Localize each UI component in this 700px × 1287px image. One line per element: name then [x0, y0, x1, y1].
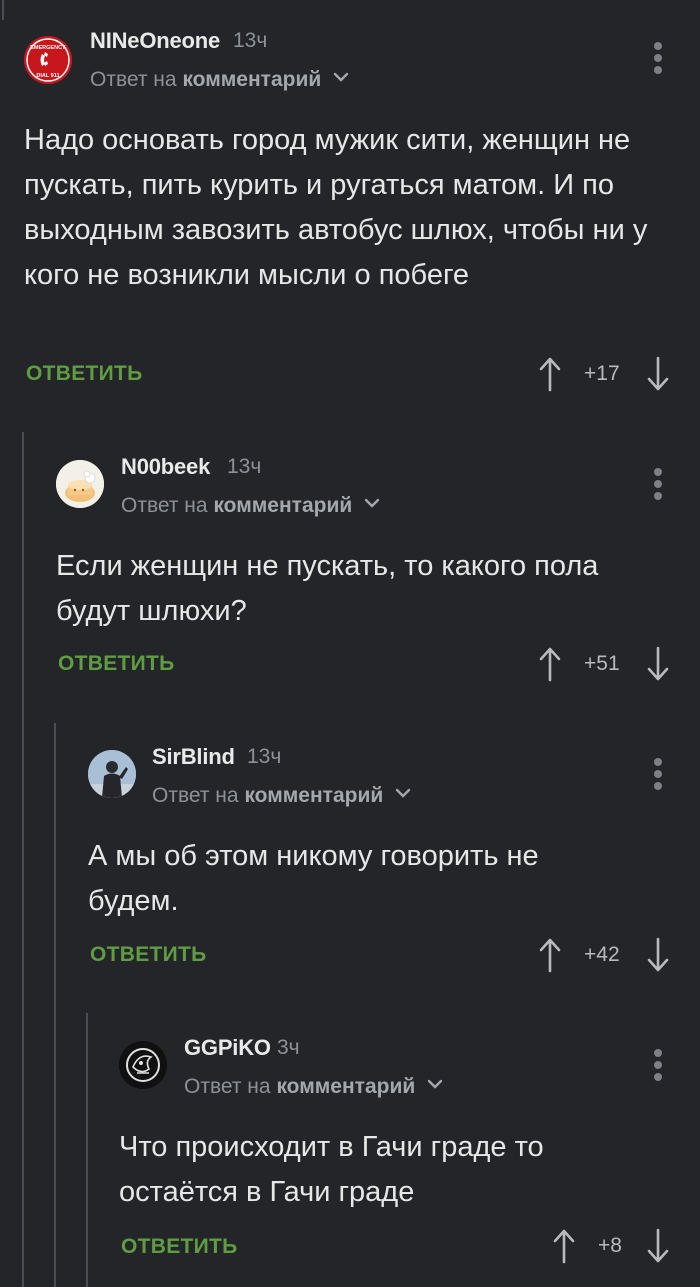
- arrow-down-icon[interactable]: [646, 1228, 670, 1264]
- comment-time: 3ч: [277, 1036, 300, 1059]
- avatar[interactable]: [119, 1041, 167, 1089]
- reply-to-prefix: Ответ на: [184, 1075, 271, 1098]
- vote-controls: +8: [550, 1228, 676, 1268]
- vote-score: +8: [598, 1234, 622, 1257]
- username[interactable]: GGPiKO: [184, 1035, 271, 1061]
- comment: GGPiKO 3ч Ответ на комментарий Что проис…: [0, 0, 700, 1287]
- reply-to-link[interactable]: Ответ на комментарий: [184, 1075, 443, 1099]
- reply-to-target: комментарий: [276, 1075, 416, 1098]
- comment-text: Что происходит в Гачи граде то остаётся …: [119, 1131, 544, 1208]
- arrow-up-icon[interactable]: [552, 1228, 576, 1264]
- emblem-avatar-image: [119, 1041, 167, 1089]
- more-vertical-icon[interactable]: [653, 1049, 663, 1083]
- reply-button[interactable]: ОТВЕТИТЬ: [121, 1235, 238, 1259]
- chevron-down-icon: [427, 1080, 443, 1090]
